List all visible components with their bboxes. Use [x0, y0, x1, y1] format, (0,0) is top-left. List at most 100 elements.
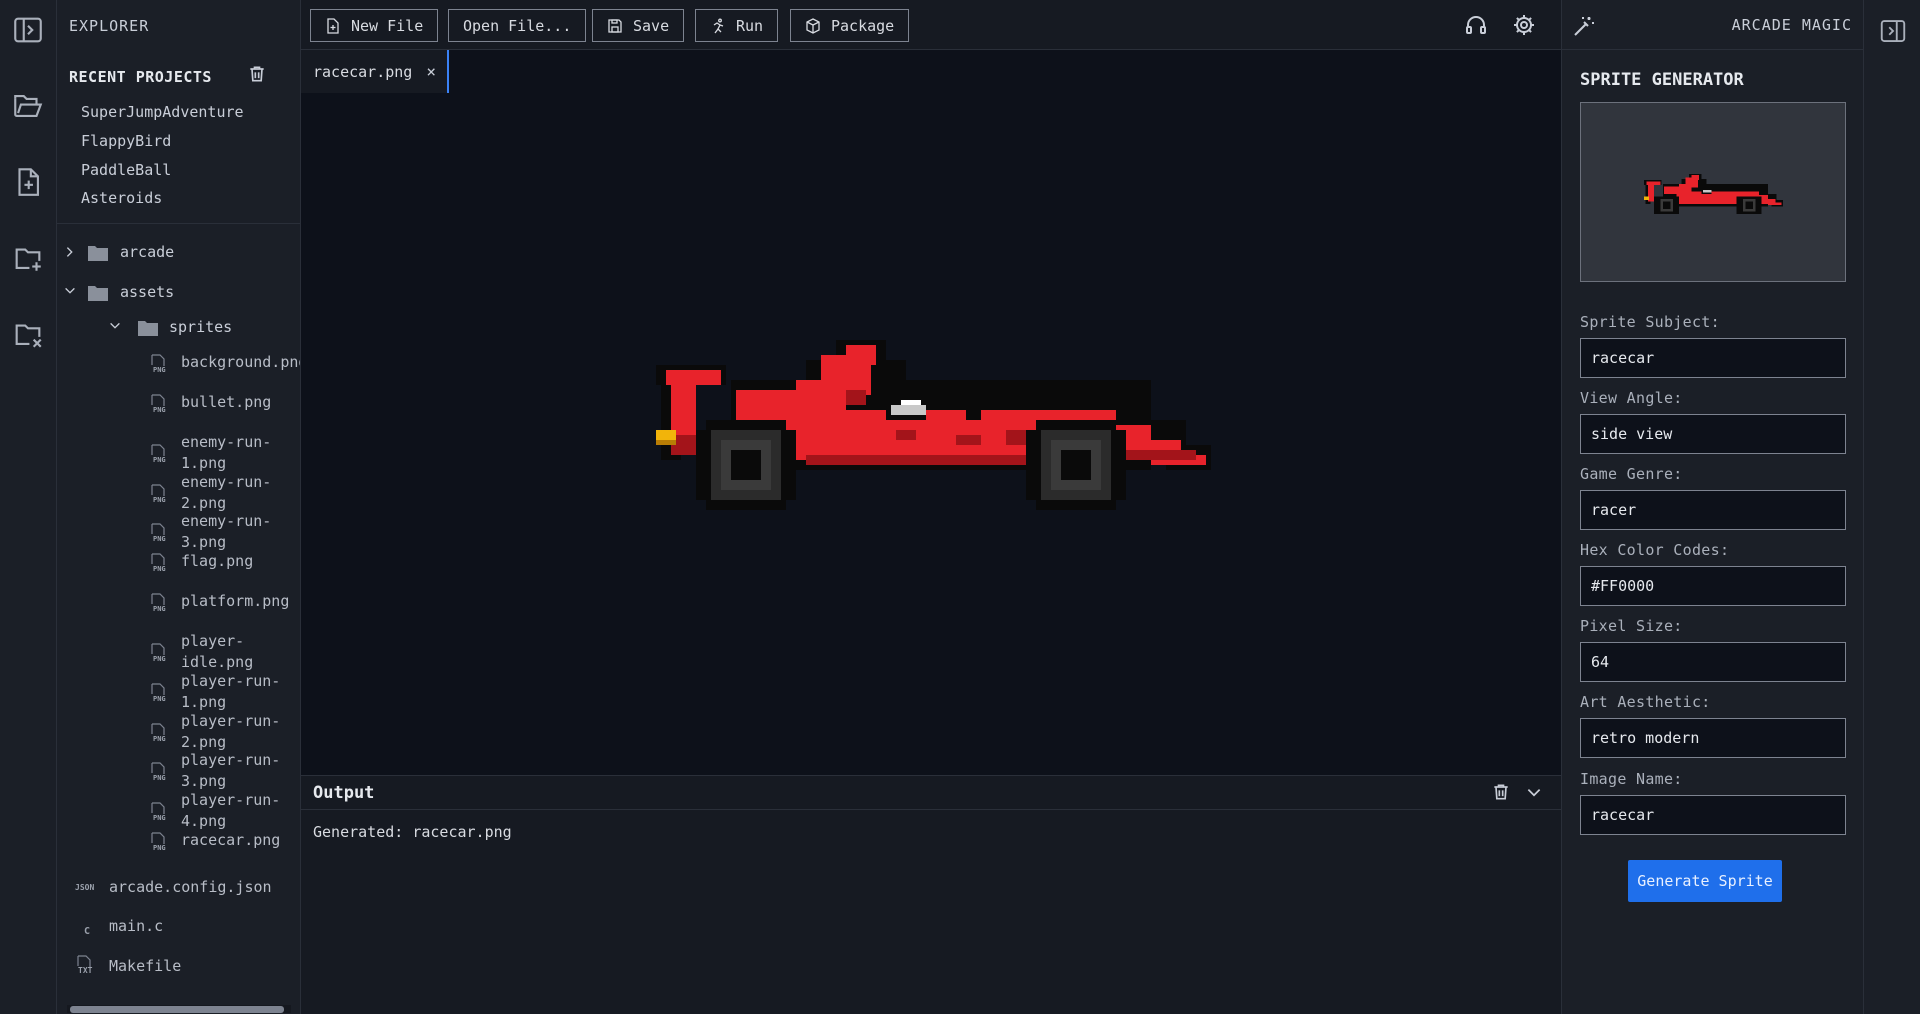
png-file-tag: PNG	[153, 814, 166, 822]
png-file-tag: PNG	[153, 844, 166, 852]
file-plus-icon	[327, 17, 339, 34]
folder-arcade[interactable]: arcade	[120, 243, 174, 261]
png-file-tag: PNG	[153, 655, 166, 663]
recent-project-item[interactable]: Asteroids	[81, 189, 162, 207]
file-name-line: player-	[181, 632, 245, 650]
sprite-file-item[interactable]: player-idle.png	[181, 631, 253, 673]
clear-recent-trash-icon[interactable]	[247, 64, 267, 84]
png-file-icon: PNG	[150, 723, 166, 743]
right-panel-header: ARCADE MAGIC	[1562, 0, 1864, 50]
chevron-down-icon[interactable]	[63, 283, 77, 297]
sprite-file-item[interactable]: background.png	[181, 352, 300, 373]
file-name-line: player-run-	[181, 672, 281, 690]
new-folder-icon[interactable]	[10, 240, 46, 276]
file-name-line: idle.png	[181, 653, 254, 671]
recent-project-item[interactable]: FlappyBird	[81, 132, 171, 150]
sprite-file-item[interactable]: bullet.png	[181, 392, 271, 413]
recent-projects-title: RECENT PROJECTS	[69, 68, 212, 86]
file-name-line: flag.png	[181, 552, 254, 570]
recent-project-item[interactable]: PaddleBall	[81, 161, 171, 179]
new-file-label: New File	[351, 16, 424, 35]
sprite-subject-label: Sprite Subject:	[1580, 313, 1720, 331]
file-name-line: 3.png	[181, 533, 227, 551]
explorer-panel: EXPLORER RECENT PROJECTS SuperJumpAdvent…	[57, 0, 301, 1014]
explorer-horizontal-scrollbar[interactable]	[67, 1005, 291, 1013]
collapse-output-chevron-down-icon[interactable]	[1525, 784, 1543, 802]
open-folder-icon[interactable]	[10, 88, 46, 124]
sprite-preview	[1580, 102, 1846, 282]
file-name-line: platform.png	[181, 592, 290, 610]
run-icon	[713, 18, 724, 33]
sprite-file-item[interactable]: enemy-run- 2.png	[181, 472, 271, 514]
save-button[interactable]: Save	[592, 9, 685, 42]
image-name-input[interactable]	[1580, 795, 1846, 835]
image-name-label: Image Name:	[1580, 770, 1683, 788]
toggle-right-panel-icon[interactable]	[1878, 16, 1908, 46]
new-file-button[interactable]: New File	[310, 9, 439, 42]
png-file-tag: PNG	[153, 735, 166, 743]
png-file-icon: PNG	[150, 394, 166, 414]
racecar-preview-image	[1644, 173, 1783, 214]
tab-racecar[interactable]: racecar.png ×	[301, 50, 449, 93]
generate-sprite-button[interactable]: Generate Sprite	[1628, 860, 1782, 902]
sprite-file-item[interactable]: enemy-run- 3.png	[181, 511, 271, 553]
file-makefile[interactable]: Makefile	[109, 956, 181, 977]
png-file-tag: PNG	[153, 366, 166, 374]
clear-output-trash-icon[interactable]	[1491, 782, 1511, 802]
run-label: Run	[736, 16, 764, 35]
top-toolbar: New File Open File... Save Run Package	[301, 0, 1561, 50]
png-file-icon: PNG	[150, 683, 166, 703]
sprite-file-item[interactable]: flag.png	[181, 551, 253, 572]
file-name-line: 4.png	[181, 812, 227, 830]
file-name-line: player-run-	[181, 712, 281, 730]
file-name-line: enemy-run-	[181, 473, 272, 491]
sprite-file-item[interactable]: platform.png	[181, 591, 289, 612]
game-genre-label: Game Genre:	[1580, 465, 1683, 483]
new-file-icon[interactable]	[10, 164, 46, 200]
png-file-tag: PNG	[153, 774, 166, 782]
package-button[interactable]: Package	[790, 9, 910, 42]
art-aesthetic-input[interactable]	[1580, 718, 1846, 758]
sprite-file-item[interactable]: enemy-run- 1.png	[181, 432, 271, 474]
png-file-tag: PNG	[153, 406, 166, 414]
right-activity-bar	[1863, 0, 1920, 1014]
toggle-sidebar-icon[interactable]	[10, 12, 46, 48]
open-file-button[interactable]: Open File...	[448, 9, 587, 42]
sprite-subject-input[interactable]	[1580, 338, 1846, 378]
file-main-c[interactable]: main.c	[109, 916, 163, 937]
save-icon	[608, 18, 622, 33]
sprite-file-item[interactable]: player-run- 1.png	[181, 671, 280, 713]
png-file-tag: PNG	[153, 456, 166, 464]
json-file-icon: JSON	[75, 883, 95, 892]
file-name-line: enemy-run-	[181, 512, 272, 530]
folder-assets[interactable]: assets	[120, 283, 174, 301]
sprite-generator-panel: ARCADE MAGIC SPRITE GENERATOR Sprite Sub…	[1561, 0, 1864, 1014]
folder-sprites[interactable]: sprites	[169, 318, 232, 336]
sprite-file-item[interactable]: player-run- 2.png	[181, 711, 280, 753]
sprite-generator-title: SPRITE GENERATOR	[1580, 70, 1744, 90]
recent-project-item[interactable]: SuperJumpAdventure	[81, 103, 244, 121]
scrollbar-thumb[interactable]	[70, 1006, 284, 1013]
view-angle-input[interactable]	[1580, 414, 1846, 454]
view-angle-label: View Angle:	[1580, 389, 1683, 407]
sprite-file-item[interactable]: racecar.png	[181, 830, 280, 851]
run-button[interactable]: Run	[695, 9, 779, 42]
close-folder-icon[interactable]	[10, 316, 46, 352]
sprite-file-item[interactable]: player-run- 3.png	[181, 750, 280, 792]
chevron-down-icon[interactable]	[108, 318, 122, 332]
editor-tab-bar: racecar.png ×	[301, 50, 1561, 93]
close-icon[interactable]: ×	[426, 62, 436, 81]
game-genre-input[interactable]	[1580, 490, 1846, 530]
file-name-line: 3.png	[181, 772, 227, 790]
output-header: Output	[301, 776, 1561, 810]
gear-icon[interactable]	[1512, 13, 1536, 37]
hex-color-codes-label: Hex Color Codes:	[1580, 541, 1730, 559]
file-arcade-config[interactable]: arcade.config.json	[109, 877, 272, 898]
pixel-size-input[interactable]	[1580, 642, 1846, 682]
chevron-right-icon[interactable]	[63, 244, 77, 258]
headphones-icon[interactable]	[1464, 13, 1488, 37]
hex-color-codes-input[interactable]	[1580, 566, 1846, 606]
png-file-icon: PNG	[150, 802, 166, 822]
tab-label: racecar.png	[313, 62, 413, 81]
sprite-file-item[interactable]: player-run- 4.png	[181, 790, 280, 832]
